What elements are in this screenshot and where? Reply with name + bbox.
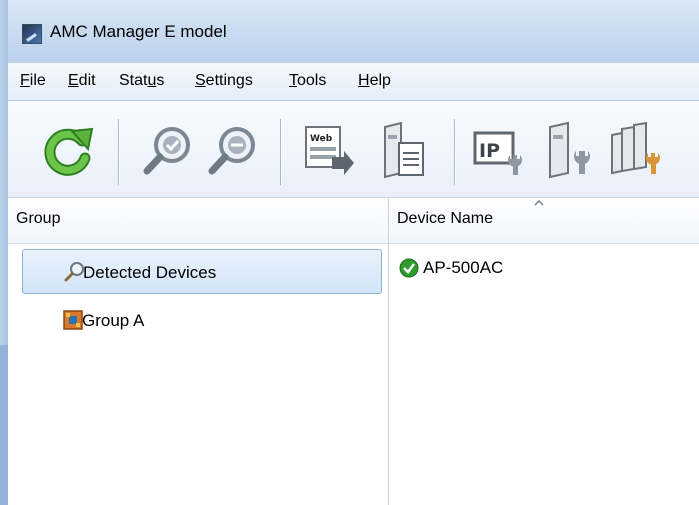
window-title: AMC Manager E model bbox=[50, 22, 227, 41]
toolbar: Web IP bbox=[8, 101, 699, 198]
web-page-icon: Web bbox=[305, 126, 354, 175]
menu-status-rest: s bbox=[156, 72, 165, 89]
device-name-column-header[interactable]: Device Name bbox=[389, 198, 699, 244]
magnifier-icon bbox=[64, 262, 84, 282]
menu-settings-rest: ettings bbox=[205, 72, 253, 89]
menu-edit-rest: dit bbox=[78, 72, 96, 89]
group-panel: Group Detected Devices Group A bbox=[8, 198, 389, 505]
menu-file[interactable]: File bbox=[20, 72, 46, 90]
menu-help-rest: elp bbox=[369, 72, 391, 89]
menu-edit-accel: E bbox=[68, 72, 79, 89]
menu-status[interactable]: Status bbox=[119, 72, 164, 90]
ip-icon-label: IP bbox=[479, 140, 500, 162]
web-icon-label: Web bbox=[310, 134, 333, 144]
ip-wrench-icon: IP bbox=[473, 131, 522, 175]
device-wrench-icon bbox=[549, 121, 590, 179]
search-check-icon bbox=[143, 127, 190, 175]
menu-settings-accel: S bbox=[195, 72, 206, 89]
search-remove-button[interactable] bbox=[203, 121, 263, 181]
web-button[interactable]: Web bbox=[298, 121, 358, 181]
device-name-header-label: Device Name bbox=[397, 210, 494, 227]
group-item-group-a[interactable]: Group A bbox=[22, 298, 382, 343]
toolbar-separator bbox=[280, 119, 282, 185]
toolbar-separator bbox=[118, 119, 120, 185]
toolbar-separator bbox=[454, 119, 456, 185]
search-minus-icon bbox=[208, 127, 255, 175]
refresh-icon bbox=[44, 127, 94, 176]
sort-ascending-icon bbox=[534, 200, 544, 206]
device-row[interactable]: AP-500AC bbox=[389, 250, 699, 282]
menu-help[interactable]: Help bbox=[358, 72, 391, 90]
group-header-label: Group bbox=[16, 210, 61, 227]
multi-device-wrench-icon bbox=[611, 121, 660, 175]
status-ok-icon bbox=[399, 258, 419, 278]
group-column-header[interactable]: Group bbox=[8, 198, 388, 244]
menu-edit[interactable]: Edit bbox=[68, 72, 96, 90]
menu-status-pre: Stat bbox=[119, 72, 148, 89]
menu-file-rest: ile bbox=[29, 72, 46, 89]
menu-bar: File Edit Status Settings Tools Help bbox=[8, 62, 699, 101]
app-icon bbox=[22, 24, 42, 44]
device-name: AP-500AC bbox=[423, 258, 504, 277]
menu-tools-rest: ools bbox=[297, 72, 327, 89]
menu-settings[interactable]: Settings bbox=[195, 72, 253, 90]
device-document-icon bbox=[384, 121, 424, 179]
menu-tools[interactable]: Tools bbox=[289, 72, 326, 90]
refresh-button[interactable] bbox=[38, 121, 98, 181]
group-item-detected-devices[interactable]: Detected Devices bbox=[22, 249, 382, 294]
app-window: AMC Manager E model File Edit Status Set… bbox=[0, 0, 699, 505]
group-item-label: Detected Devices bbox=[83, 263, 217, 282]
ip-settings-button[interactable]: IP bbox=[470, 121, 530, 181]
menu-tools-accel: T bbox=[289, 72, 297, 89]
frame-shade bbox=[0, 345, 8, 505]
search-check-button[interactable] bbox=[138, 121, 198, 181]
group-icon bbox=[63, 310, 83, 330]
device-settings-button[interactable] bbox=[538, 121, 598, 181]
device-info-button[interactable] bbox=[373, 121, 433, 181]
title-bar[interactable]: AMC Manager E model bbox=[8, 0, 699, 62]
multi-device-settings-button[interactable] bbox=[608, 121, 668, 181]
group-item-label: Group A bbox=[82, 311, 145, 330]
menu-file-accel: F bbox=[20, 72, 30, 89]
menu-help-accel: H bbox=[358, 72, 370, 89]
device-list-panel: Device Name AP-500AC bbox=[389, 198, 699, 505]
